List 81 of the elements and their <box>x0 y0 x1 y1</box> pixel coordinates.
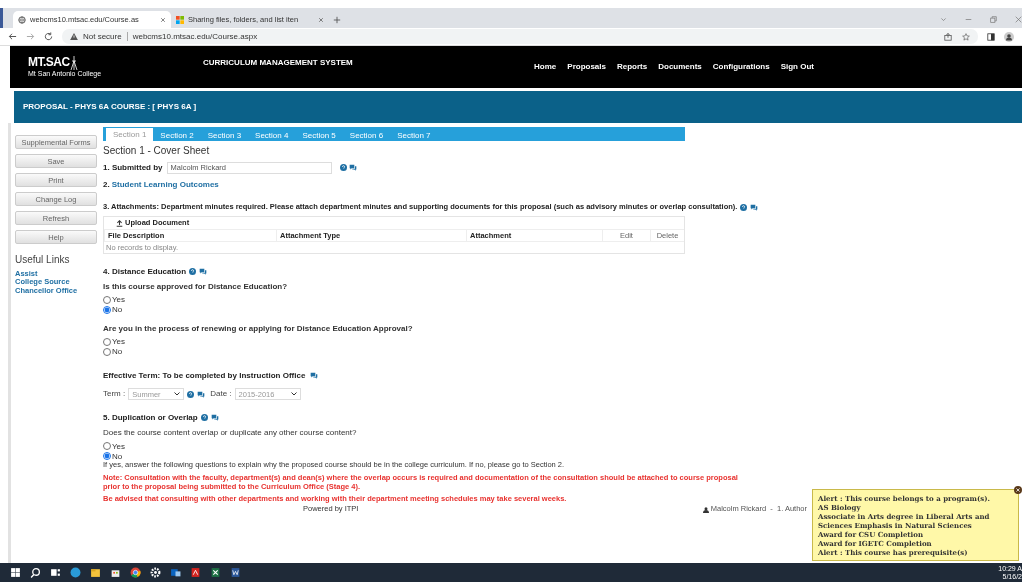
nav-link[interactable]: Reports <box>617 62 648 72</box>
outcomes-link[interactable]: Student Learning Outcomes <box>111 179 219 189</box>
spreadsheet-icon[interactable] <box>210 567 221 578</box>
windows-icon[interactable] <box>10 567 21 578</box>
section-title: Section 1 - Cover Sheet <box>103 145 211 157</box>
help-icon[interactable] <box>200 414 208 422</box>
help-icon[interactable] <box>740 203 748 211</box>
radio-label: No <box>112 451 123 462</box>
profile-icon[interactable] <box>1004 31 1014 42</box>
reload-icon[interactable] <box>44 32 53 41</box>
section-tab[interactable]: Section 1 <box>106 128 154 141</box>
field-label: 1. Submitted by <box>103 162 163 173</box>
folder-icon[interactable] <box>90 567 101 578</box>
upload-icon[interactable] <box>116 219 123 227</box>
radio-button[interactable] <box>103 305 111 314</box>
question-text: Does the course content overlap or duplicate any other course content? <box>103 428 358 438</box>
windows-logo-icon <box>176 15 184 24</box>
chrome-icon[interactable] <box>130 567 141 578</box>
new-tab-icon[interactable] <box>333 16 341 24</box>
user-icon <box>702 506 709 513</box>
system-title: CURRICULUM MANAGEMENT SYSTEM <box>203 58 353 68</box>
item-number: 2. <box>103 179 110 189</box>
radio-label: Yes <box>112 441 126 452</box>
task-view-icon[interactable] <box>50 567 61 578</box>
gear-icon[interactable] <box>150 567 161 578</box>
radio-label: Yes <box>112 337 126 347</box>
radio-button[interactable] <box>103 295 111 304</box>
proposal-title: PROPOSAL - PHYS 6A COURSE : [ PHYS 6A ] <box>23 102 197 112</box>
comments-icon[interactable] <box>197 390 206 398</box>
sidebar-icon[interactable] <box>987 32 995 41</box>
share-icon[interactable] <box>944 32 952 41</box>
comments-icon[interactable] <box>199 268 208 276</box>
nav-link[interactable]: Home <box>534 62 557 72</box>
comments-icon[interactable] <box>750 203 759 211</box>
caret-icon <box>290 392 297 397</box>
address-bar[interactable]: Not secure webcms10.mtsac.edu/Course.aspx <box>62 29 978 44</box>
comments-icon[interactable] <box>210 414 219 422</box>
comments-icon[interactable] <box>310 371 319 379</box>
section-heading: 4. Distance Education <box>103 267 187 277</box>
radio-button[interactable] <box>103 442 111 451</box>
section-tab[interactable]: Section 6 <box>342 129 391 141</box>
useful-links-title: Useful Links <box>15 254 71 266</box>
section-tab[interactable]: Section 5 <box>295 129 343 141</box>
radio-button[interactable] <box>103 347 111 356</box>
question-text: Are you in the process of renewing or applying for Distance Education Approval? <box>103 323 414 333</box>
help-icon[interactable] <box>187 390 195 398</box>
close-icon[interactable] <box>1014 486 1022 494</box>
caret-icon <box>174 392 181 397</box>
back-icon[interactable] <box>8 32 17 41</box>
logo-text: MT.SAC <box>28 56 70 70</box>
help-icon[interactable] <box>189 268 197 276</box>
star-icon[interactable] <box>962 32 970 41</box>
radio-button[interactable] <box>103 452 111 461</box>
pdf-icon[interactable] <box>190 567 201 578</box>
nav-link[interactable]: Documents <box>658 62 702 72</box>
nav-link[interactable]: Sign Out <box>780 62 814 72</box>
search-icon[interactable] <box>30 567 41 578</box>
nav-link[interactable]: Configurations <box>712 62 770 72</box>
nav-link[interactable]: Proposals <box>567 62 606 72</box>
comments-icon[interactable] <box>348 164 357 171</box>
url-text: webcms10.mtsac.edu/Course.aspx <box>126 32 258 41</box>
warning-icon <box>70 33 78 40</box>
radio-label: No <box>112 305 123 315</box>
globe-icon <box>18 15 26 24</box>
radio-label: Yes <box>112 295 126 305</box>
term-label: Term : <box>103 389 126 399</box>
radio-label: No <box>112 347 123 357</box>
section-tab[interactable]: Section 4 <box>248 129 296 141</box>
document-icon[interactable] <box>230 567 241 578</box>
section-tab[interactable]: Section 7 <box>390 129 438 141</box>
radio-button[interactable] <box>103 337 111 346</box>
store-icon[interactable] <box>110 567 121 578</box>
help-icon[interactable] <box>339 164 347 171</box>
tower-icon <box>69 55 78 70</box>
question-text: Is this course approved for Distance Education? <box>103 281 289 291</box>
section-tab[interactable]: Section 2 <box>153 129 201 141</box>
security-label: Not secure <box>83 32 122 41</box>
section-tab[interactable]: Section 3 <box>200 129 249 141</box>
date-label: Date : <box>210 389 232 399</box>
section-heading: 5. Duplication or Overlap <box>103 413 198 423</box>
section-heading: Effective Term: To be completed by Instruction Office <box>103 370 306 381</box>
